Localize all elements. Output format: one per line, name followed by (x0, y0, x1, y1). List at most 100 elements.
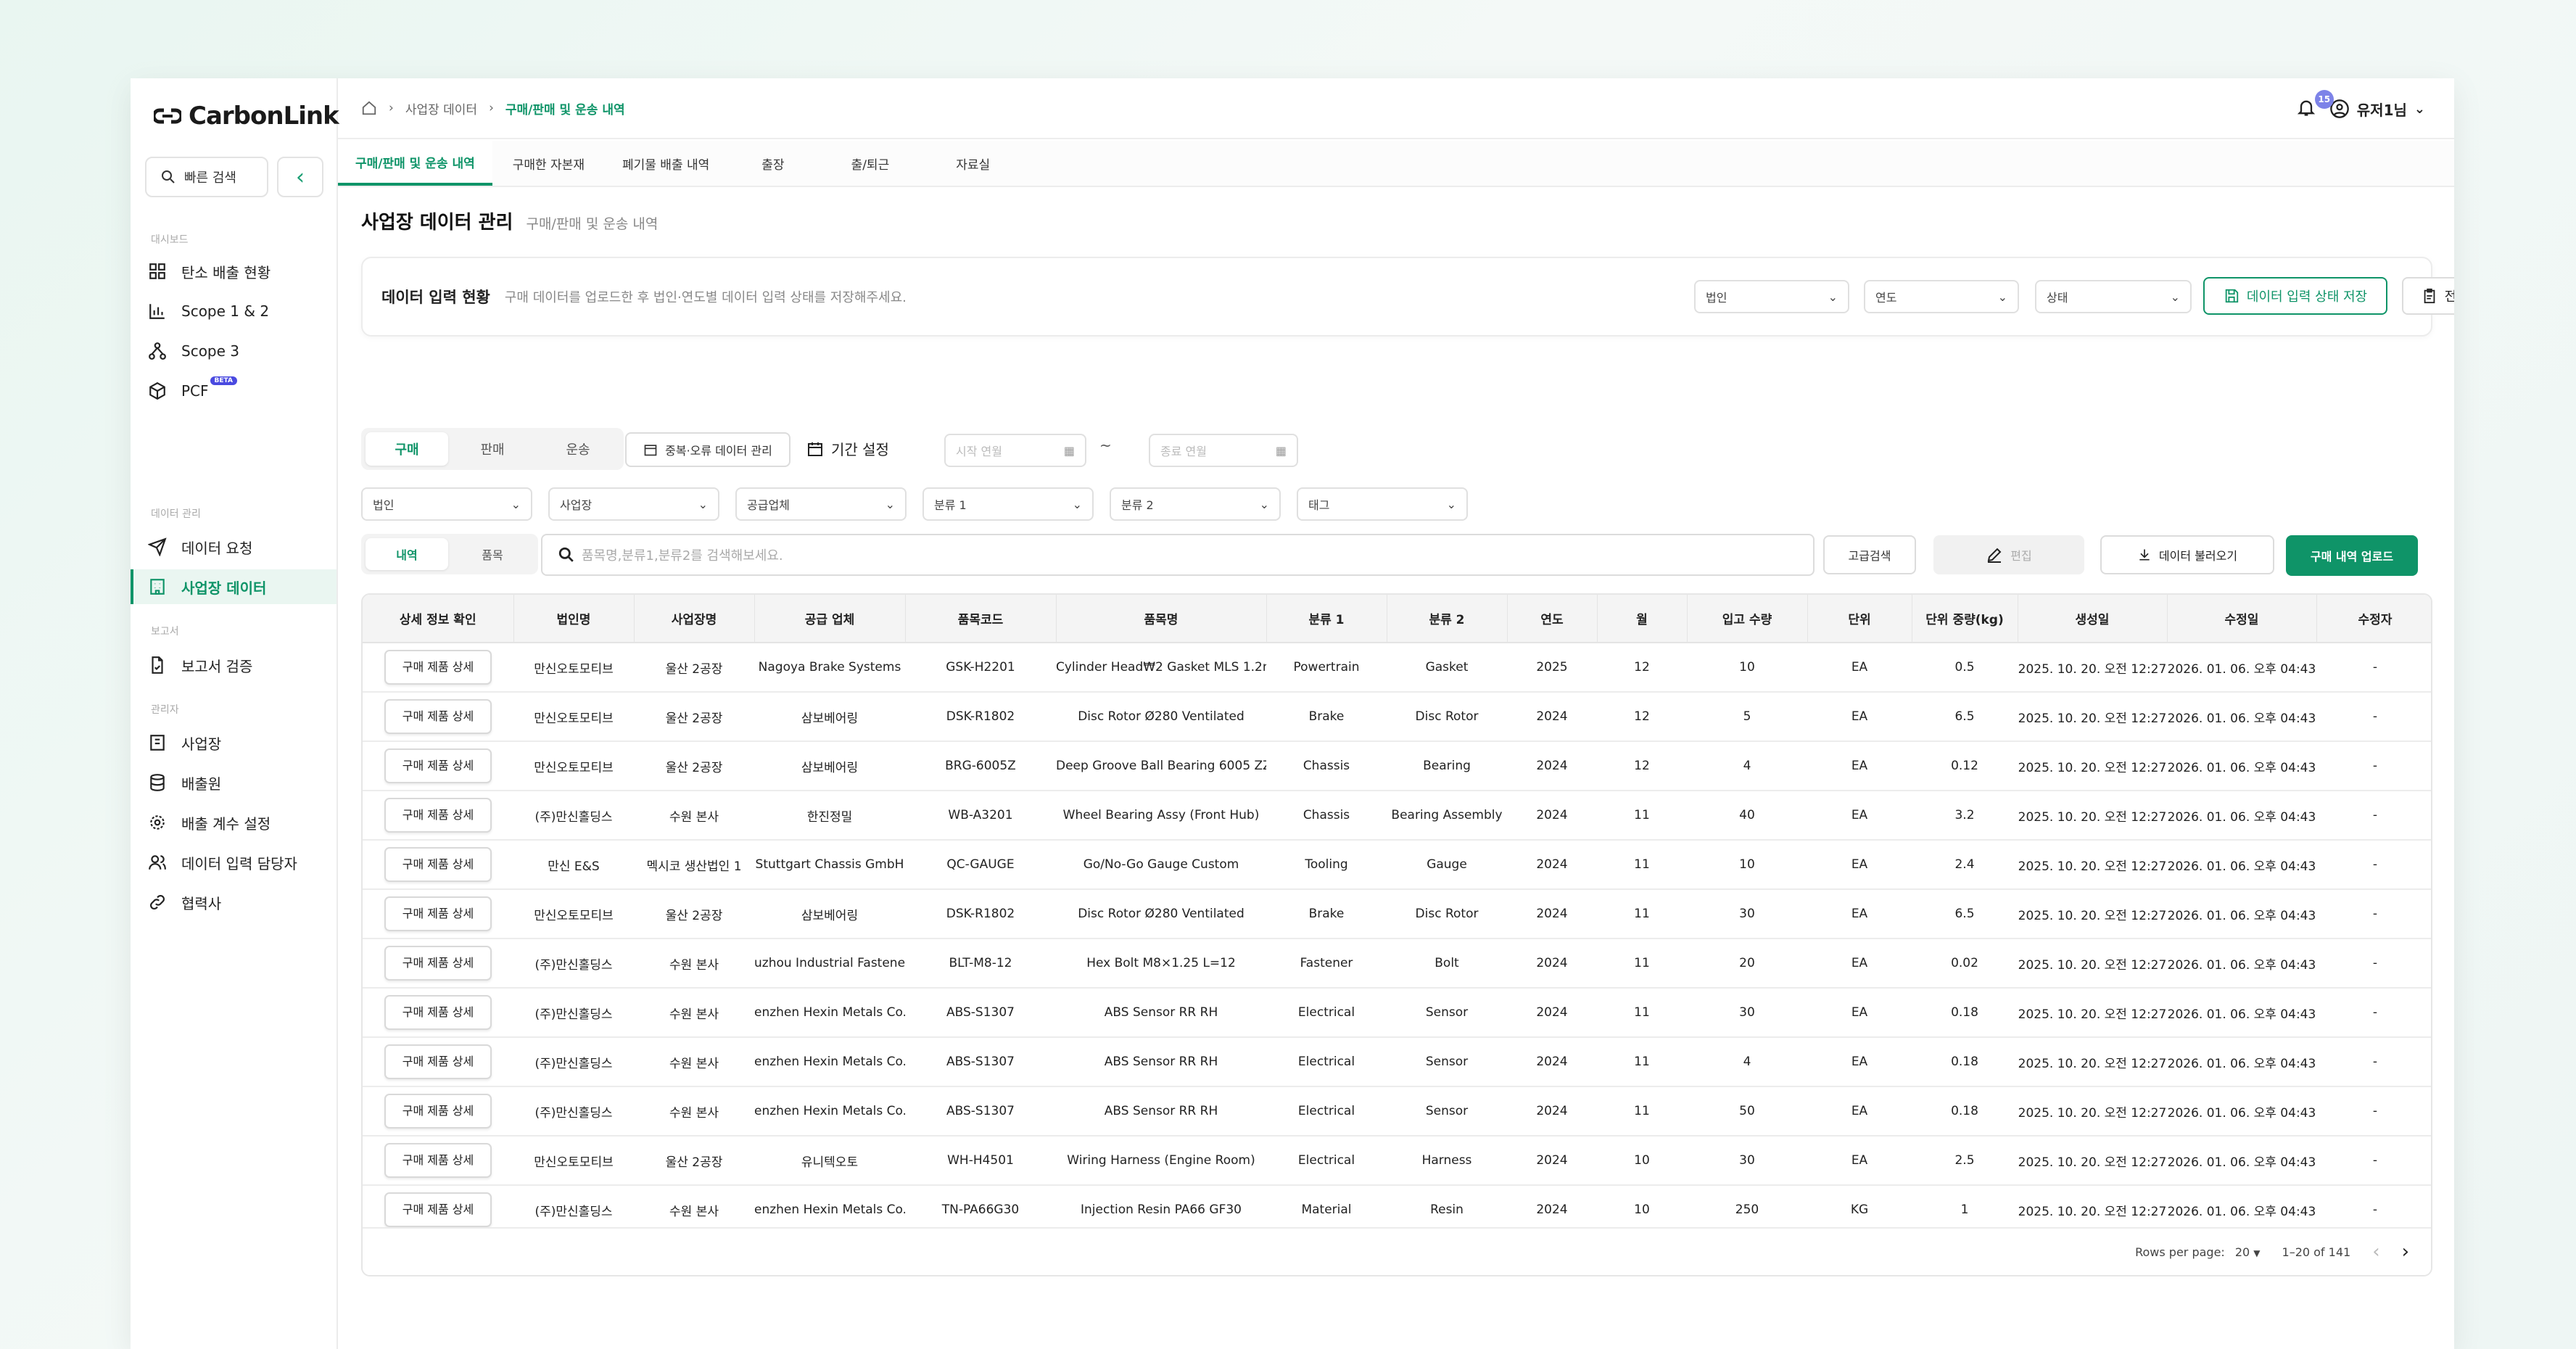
table-row[interactable]: 구매 제품 상세 만신오토모티브 울산 2공장 유니텍오토 WH-H4501 Wiring… (363, 1136, 2431, 1186)
detail-button[interactable]: 구매 제품 상세 (384, 995, 492, 1030)
sidebar-item-sources[interactable]: 배출원 (131, 765, 337, 800)
sidebar-item-label: 배출 계수 설정 (181, 814, 271, 833)
type-sales[interactable]: 판매 (451, 432, 534, 466)
sidebar-collapse-button[interactable]: ‹ (277, 157, 323, 197)
edit-button[interactable]: 편집 (1933, 535, 2084, 574)
table-cell: - (2316, 643, 2431, 693)
start-month-input[interactable]: 시작 연월 ▦ (944, 434, 1086, 467)
table-cell: 11 (1597, 1086, 1687, 1136)
tab-capital-goods[interactable]: 구매한 자본재 (495, 141, 602, 186)
table-cell: 구매 제품 상세 (363, 938, 513, 989)
view-history[interactable]: 내역 (366, 538, 448, 570)
quick-search-button[interactable]: 빠른 검색 (145, 157, 268, 197)
status-state-select[interactable]: 상태 ⌄ (2035, 280, 2192, 313)
table-row[interactable]: 구매 제품 상세 만신오토모티브 울산 2공장 삼보베어링 DSK-R1802 Disc … (363, 889, 2431, 939)
filter-category1[interactable]: 분류 1 ⌄ (922, 487, 1094, 521)
table-row[interactable]: 구매 제품 상세 (주)만신홀딩스 수원 본사 한진정밀 WB-A3201 Wheel B… (363, 791, 2431, 841)
table-row[interactable]: 구매 제품 상세 (주)만신홀딩스 수원 본사 enzhen Hexin Metals… (363, 1037, 2431, 1087)
select-value: 공급업체 (747, 498, 790, 512)
table-cell: Electrical (1266, 988, 1387, 1038)
detail-button[interactable]: 구매 제품 상세 (384, 699, 492, 734)
rows-per-page-select[interactable]: 20 ▼ (2235, 1245, 2261, 1259)
next-page-button[interactable]: › (2402, 1241, 2409, 1263)
filter-category2[interactable]: 분류 2 ⌄ (1110, 487, 1281, 521)
save-status-button[interactable]: 데이터 입력 상태 저장 (2203, 277, 2387, 315)
dup-error-button[interactable]: 중복·오류 데이터 관리 (625, 432, 790, 467)
detail-button[interactable]: 구매 제품 상세 (384, 798, 492, 833)
table-row[interactable]: 구매 제품 상세 (주)만신홀딩스 수원 본사 uzhou Industrial Fa… (363, 938, 2431, 989)
detail-button[interactable]: 구매 제품 상세 (384, 1044, 492, 1079)
input-placeholder: 시작 연월 (956, 445, 1002, 458)
detail-button[interactable]: 구매 제품 상세 (384, 748, 492, 783)
search-input[interactable]: 품목명,분류1,분류2를 검색해보세요. (541, 534, 1815, 576)
sidebar-item-site-data[interactable]: 사업장 데이터 (131, 569, 337, 604)
table-cell: Chassis (1266, 741, 1387, 791)
breadcrumb-item[interactable]: 사업장 데이터 (405, 99, 477, 117)
detail-button[interactable]: 구매 제품 상세 (384, 1094, 492, 1129)
detail-button[interactable]: 구매 제품 상세 (384, 1192, 492, 1227)
sidebar-item-pcf[interactable]: PCFBETA (131, 374, 337, 408)
sidebar-item-partners[interactable]: 협력사 (131, 885, 337, 920)
home-icon[interactable] (361, 100, 377, 116)
page-subtitle: 구매/판매 및 운송 내역 (526, 216, 659, 232)
filter-site[interactable]: 사업장 ⌄ (548, 487, 719, 521)
upload-purchase-button[interactable]: 구매 내역 업로드 (2286, 535, 2418, 576)
table-row[interactable]: 구매 제품 상세 만신 E&S 멕시코 생산법인 1 Stuttgart Chassi… (363, 840, 2431, 890)
detail-button[interactable]: 구매 제품 상세 (384, 1143, 492, 1178)
table-row[interactable]: 구매 제품 상세 (주)만신홀딩스 수원 본사 enzhen Hexin Metals… (363, 1086, 2431, 1136)
type-transport[interactable]: 운송 (537, 432, 619, 466)
prev-page-button[interactable]: ‹ (2372, 1241, 2379, 1263)
detail-button[interactable]: 구매 제품 상세 (384, 946, 492, 981)
import-data-button[interactable]: 데이터 불러오기 (2100, 535, 2274, 574)
table-row[interactable]: 구매 제품 상세 만신오토모티브 울산 2공장 삼보베어링 DSK-R1802 Disc … (363, 692, 2431, 742)
view-all-status-button[interactable]: 전체 현황 보기 (2402, 277, 2454, 315)
search-placeholder: 품목명,분류1,분류2를 검색해보세요. (582, 548, 783, 564)
sidebar-item-sites[interactable]: 사업장 (131, 725, 337, 760)
status-corp-select[interactable]: 법인 ⌄ (1694, 280, 1849, 313)
tab-waste[interactable]: 폐기물 배출 내역 (605, 141, 727, 186)
sidebar-item-report-verify[interactable]: 보고서 검증 (131, 648, 337, 682)
table-row[interactable]: 구매 제품 상세 만신오토모티브 울산 2공장 삼보베어링 BRG-6005Z Deep … (363, 741, 2431, 791)
sidebar-item-data-request[interactable]: 데이터 요청 (131, 529, 337, 564)
sidebar-item-scope3[interactable]: Scope 3 (131, 334, 337, 368)
table-row[interactable]: 구매 제품 상세 만신오토모티브 울산 2공장 Nagoya Brake System… (363, 643, 2431, 693)
sidebar-item-emissions[interactable]: 탄소 배출 현황 (131, 254, 337, 289)
tab-purchase-sales[interactable]: 구매/판매 및 운송 내역 (338, 141, 492, 186)
detail-button[interactable]: 구매 제품 상세 (384, 847, 492, 882)
filter-supplier[interactable]: 공급업체 ⌄ (735, 487, 907, 521)
sidebar-item-scope12[interactable]: Scope 1 & 2 (131, 294, 337, 329)
tab-resources[interactable]: 자료실 (924, 141, 1022, 186)
chevron-down-icon: ⌄ (1828, 289, 1838, 304)
select-value: 법인 (1706, 291, 1727, 305)
table-cell: Disc Rotor (1387, 889, 1507, 939)
table-row[interactable]: 구매 제품 상세 (주)만신홀딩스 수원 본사 enzhen Hexin Metals… (363, 988, 2431, 1038)
advanced-search-button[interactable]: 고급검색 (1823, 535, 1916, 574)
user-menu[interactable]: 유저1님 ⌄ (2329, 99, 2425, 120)
tab-business-travel[interactable]: 출장 (730, 141, 816, 186)
end-month-input[interactable]: 종료 연월 ▦ (1149, 434, 1298, 467)
select-value: 상태 (2047, 291, 2068, 305)
detail-button[interactable]: 구매 제품 상세 (384, 896, 492, 931)
table-cell: 10 (1687, 643, 1807, 693)
tab-commute[interactable]: 출/퇴근 (820, 141, 922, 186)
detail-button[interactable]: 구매 제품 상세 (384, 650, 492, 685)
notification-button[interactable]: 15 (2296, 89, 2334, 121)
filter-corp[interactable]: 법인 ⌄ (361, 487, 532, 521)
table-cell: 2025. 10. 20. 오전 12:27 (2018, 791, 2167, 841)
view-items[interactable]: 품목 (451, 538, 534, 570)
table-cell: 수원 본사 (634, 938, 754, 989)
table-cell: 구매 제품 상세 (363, 988, 513, 1038)
table-cell: 3.2 (1912, 791, 2018, 841)
table-cell: QC-GAUGE (905, 840, 1056, 890)
filter-tag[interactable]: 태그 ⌄ (1297, 487, 1468, 521)
table-cell: 11 (1597, 889, 1687, 939)
table-cell: - (2316, 938, 2431, 989)
status-year-select[interactable]: 연도 ⌄ (1864, 280, 2019, 313)
type-purchase[interactable]: 구매 (366, 432, 448, 466)
link-icon (150, 895, 165, 909)
table-cell: 30 (1687, 1136, 1807, 1186)
sidebar-item-factors[interactable]: 배출 계수 설정 (131, 805, 337, 840)
sidebar-item-managers[interactable]: 데이터 입력 담당자 (131, 845, 337, 880)
table-cell: enzhen Hexin Metals Co., l (754, 988, 905, 1038)
logo[interactable]: CarbonLink (154, 96, 339, 136)
